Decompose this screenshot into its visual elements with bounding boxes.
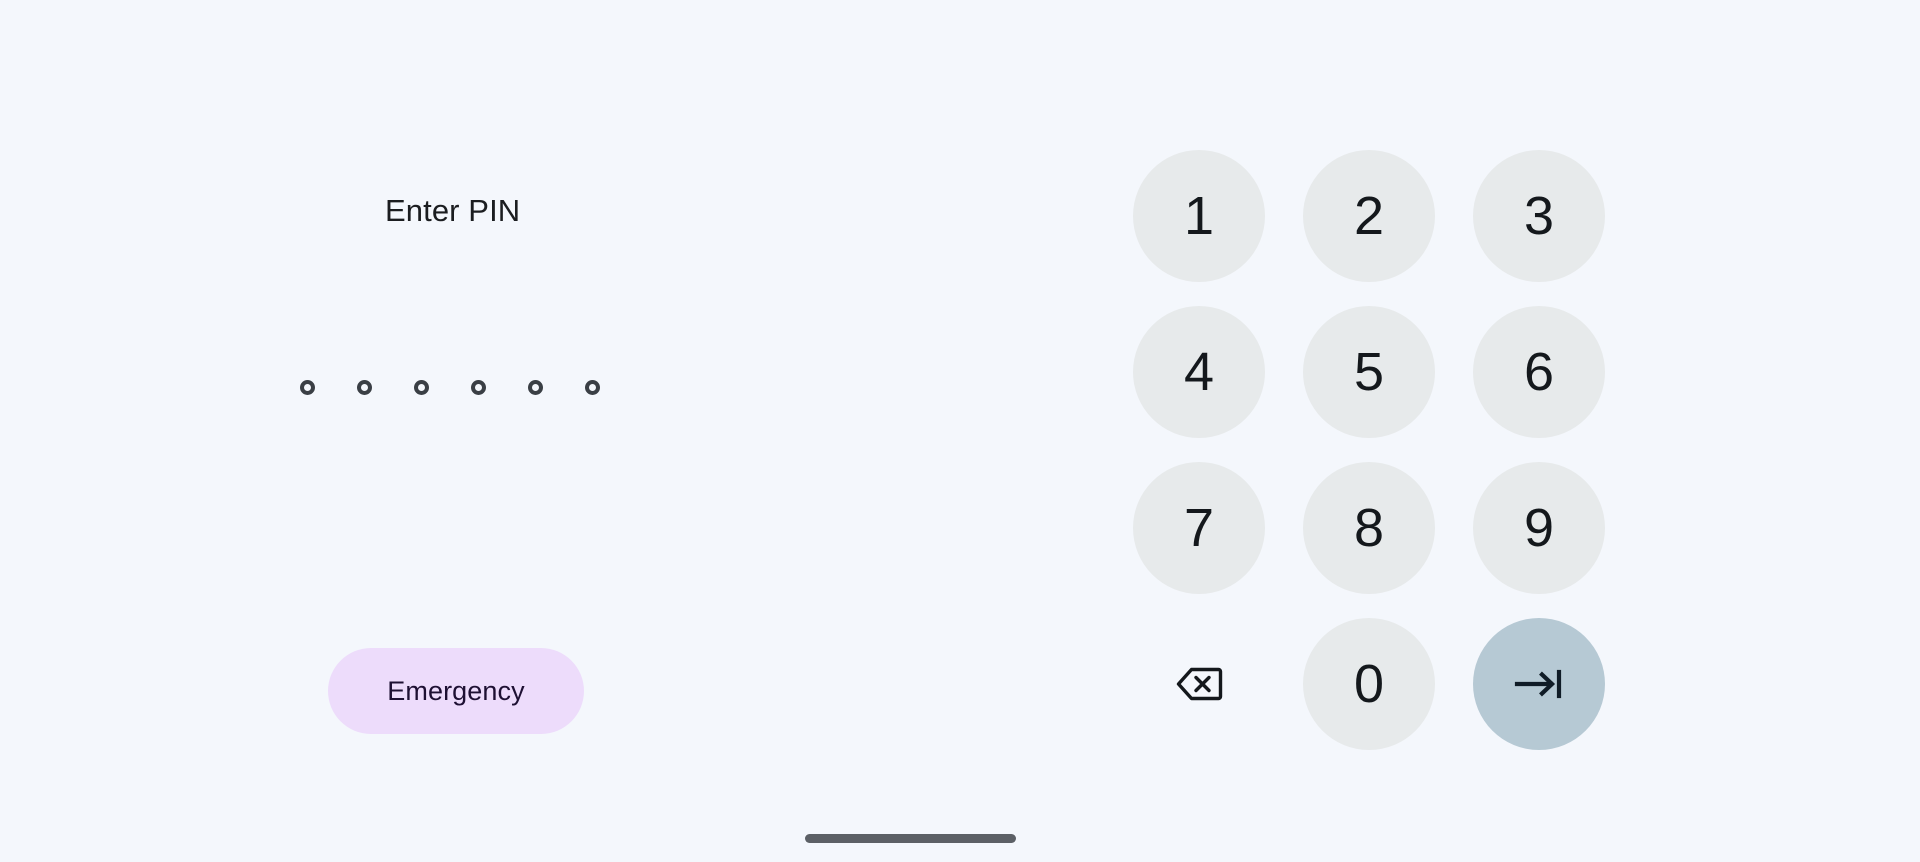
- backspace-icon: [1175, 665, 1223, 703]
- enter-button[interactable]: [1473, 618, 1605, 750]
- pin-dot-4: [471, 380, 486, 395]
- keypad-key-3[interactable]: 3: [1473, 150, 1605, 282]
- pin-dot-2: [357, 380, 372, 395]
- enter-icon: [1511, 664, 1567, 704]
- keypad-key-1[interactable]: 1: [1133, 150, 1265, 282]
- keypad-key-7[interactable]: 7: [1133, 462, 1265, 594]
- pin-dot-5: [528, 380, 543, 395]
- keypad-key-8[interactable]: 8: [1303, 462, 1435, 594]
- keypad-key-6[interactable]: 6: [1473, 306, 1605, 438]
- keypad-key-9[interactable]: 9: [1473, 462, 1605, 594]
- page-title: Enter PIN: [385, 193, 521, 228]
- pin-dot-1: [300, 380, 315, 395]
- keypad-key-5[interactable]: 5: [1303, 306, 1435, 438]
- pin-dot-3: [414, 380, 429, 395]
- backspace-button[interactable]: [1133, 618, 1265, 750]
- home-indicator[interactable]: [805, 834, 1016, 843]
- pin-entry-panel: Enter PIN Emergency: [0, 0, 910, 862]
- numeric-keypad: 1 2 3 4 5 6 7 8 9 0: [1133, 150, 1605, 750]
- keypad-key-0[interactable]: 0: [1303, 618, 1435, 750]
- keypad-key-2[interactable]: 2: [1303, 150, 1435, 282]
- emergency-button[interactable]: Emergency: [328, 648, 584, 734]
- pin-dot-indicator: [300, 380, 600, 395]
- pin-lock-screen: Enter PIN Emergency 1 2 3 4 5 6 7 8 9 0: [0, 0, 1920, 862]
- pin-dot-6: [585, 380, 600, 395]
- keypad-key-4[interactable]: 4: [1133, 306, 1265, 438]
